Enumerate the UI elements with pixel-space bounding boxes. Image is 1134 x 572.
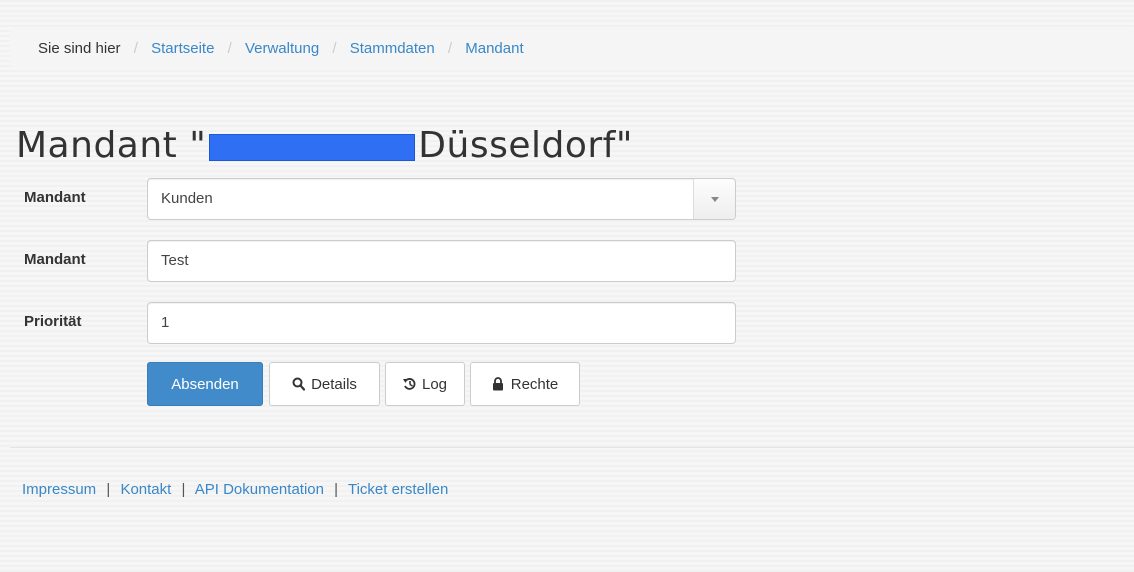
mandant-name-input[interactable]: Test: [147, 240, 736, 282]
form-row-mandant-name: Mandant Test: [0, 240, 740, 282]
mandant-name-value: Test: [161, 252, 189, 269]
search-icon: [292, 377, 306, 391]
footer-link-impressum[interactable]: Impressum: [22, 481, 96, 498]
details-button-label: Details: [311, 375, 357, 393]
prioritaet-value: 1: [161, 314, 170, 331]
breadcrumb-separator: /: [133, 40, 138, 57]
page-title-prefix: Mandant ": [16, 125, 207, 166]
rights-button[interactable]: Rechte: [470, 362, 580, 406]
log-button-label: Log: [421, 375, 448, 393]
footer: Impressum | Kontakt | API Dokumentation …: [22, 481, 448, 498]
select-toggle[interactable]: [693, 179, 735, 219]
prioritaet-label: Priorität: [24, 313, 82, 330]
footer-link-ticket-erstellen[interactable]: Ticket erstellen: [348, 481, 448, 498]
form-row-mandant-select: Mandant Kunden: [0, 178, 740, 220]
prioritaet-input[interactable]: 1: [147, 302, 736, 344]
footer-divider: [10, 447, 1134, 448]
footer-link-api-dokumentation[interactable]: API Dokumentation: [195, 481, 324, 498]
details-button[interactable]: Details: [269, 362, 380, 406]
mandant-select[interactable]: Kunden: [147, 178, 736, 220]
submit-button-label: Absenden: [171, 375, 239, 393]
mandant-select-value: Kunden: [161, 190, 213, 207]
redacted-name-block: [209, 134, 416, 161]
form-row-prioritaet: Priorität 1: [0, 302, 740, 344]
breadcrumb: Sie sind hier / Startseite / Verwaltung …: [10, 28, 1134, 68]
breadcrumb-link-startseite[interactable]: Startseite: [151, 40, 214, 57]
page-title-suffix: Düsseldorf": [418, 125, 633, 166]
breadcrumb-separator: /: [447, 40, 453, 57]
breadcrumb-separator: /: [332, 40, 337, 57]
breadcrumb-prefix: Sie sind hier: [38, 40, 121, 57]
breadcrumb-link-verwaltung[interactable]: Verwaltung: [245, 40, 319, 57]
footer-link-kontakt[interactable]: Kontakt: [120, 481, 171, 498]
mandant-select-label: Mandant: [24, 189, 86, 206]
submit-button[interactable]: Absenden: [147, 362, 263, 406]
history-icon: [402, 377, 416, 391]
footer-separator: |: [181, 481, 186, 498]
footer-separator: |: [106, 481, 111, 498]
chevron-down-icon: [711, 197, 719, 202]
breadcrumb-separator: /: [227, 40, 232, 57]
breadcrumb-link-mandant[interactable]: Mandant: [465, 40, 523, 57]
footer-separator: |: [334, 481, 339, 498]
page-title: Mandant " Düsseldorf": [16, 126, 633, 166]
breadcrumb-link-stammdaten[interactable]: Stammdaten: [350, 40, 435, 57]
log-button[interactable]: Log: [385, 362, 465, 406]
mandant-name-label: Mandant: [24, 251, 86, 268]
lock-icon: [492, 377, 505, 391]
rights-button-label: Rechte: [510, 375, 559, 393]
